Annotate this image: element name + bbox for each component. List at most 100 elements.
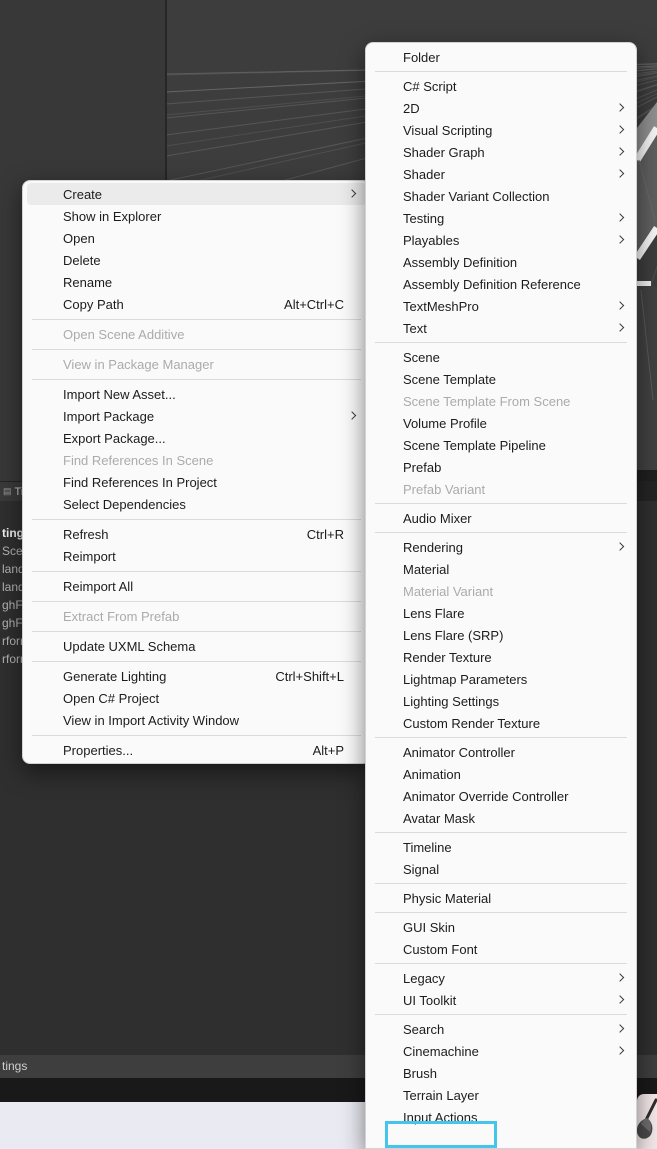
menu-separator bbox=[366, 500, 636, 507]
menu-item-create[interactable]: Create bbox=[27, 183, 366, 205]
menu-item-assembly-definition[interactable]: Assembly Definition bbox=[366, 251, 636, 273]
menu-separator bbox=[23, 627, 370, 635]
menu-item-label: Material Variant bbox=[403, 584, 612, 599]
timeline-tab-icon: ▤ bbox=[3, 486, 12, 497]
menu-separator bbox=[366, 909, 636, 916]
menu-item-rename[interactable]: Rename bbox=[23, 271, 370, 293]
menu-item-scene-template[interactable]: Scene Template bbox=[366, 368, 636, 390]
menu-item-folder[interactable]: Folder bbox=[366, 46, 636, 68]
menu-item-label: Scene Template Pipeline bbox=[403, 438, 612, 453]
menu-item-label: Text bbox=[403, 321, 612, 336]
menu-item-open[interactable]: Open bbox=[23, 227, 370, 249]
menu-item-2d[interactable]: 2D bbox=[366, 97, 636, 119]
menu-item-label: TextMeshPro bbox=[403, 299, 612, 314]
menu-item-custom-render-texture[interactable]: Custom Render Texture bbox=[366, 712, 636, 734]
menu-item-cinemachine[interactable]: Cinemachine bbox=[366, 1040, 636, 1062]
menu-item-prefab[interactable]: Prefab bbox=[366, 456, 636, 478]
menu-item-import-new-asset[interactable]: Import New Asset... bbox=[23, 383, 370, 405]
menu-item-shader-graph[interactable]: Shader Graph bbox=[366, 141, 636, 163]
menu-item-audio-mixer[interactable]: Audio Mixer bbox=[366, 507, 636, 529]
menu-item-properties[interactable]: Properties...Alt+P bbox=[23, 739, 370, 761]
menu-item-gui-skin[interactable]: GUI Skin bbox=[366, 916, 636, 938]
menu-item-legacy[interactable]: Legacy bbox=[366, 967, 636, 989]
menu-item-label: Import Package bbox=[63, 409, 344, 424]
chevron-right-icon bbox=[616, 995, 624, 1003]
menu-item-scene[interactable]: Scene bbox=[366, 346, 636, 368]
menu-item-volume-profile[interactable]: Volume Profile bbox=[366, 412, 636, 434]
menu-item-label: Prefab bbox=[403, 460, 612, 475]
menu-item-refresh[interactable]: RefreshCtrl+R bbox=[23, 523, 370, 545]
tab-timeline[interactable]: ▤ Tim bbox=[0, 482, 23, 501]
menu-item-open-c-project[interactable]: Open C# Project bbox=[23, 687, 370, 709]
menu-item-custom-font[interactable]: Custom Font bbox=[366, 938, 636, 960]
menu-item-rendering[interactable]: Rendering bbox=[366, 536, 636, 558]
menu-item-label: Visual Scripting bbox=[403, 123, 612, 138]
chevron-right-icon bbox=[616, 147, 624, 155]
menu-item-label: Open C# Project bbox=[63, 691, 344, 706]
shortcut-label: Alt+Ctrl+C bbox=[284, 297, 344, 312]
menu-item-textmeshpro[interactable]: TextMeshPro bbox=[366, 295, 636, 317]
menu-item-animator-controller[interactable]: Animator Controller bbox=[366, 741, 636, 763]
menu-item-label: Reimport All bbox=[63, 579, 344, 594]
menu-item-lens-flare[interactable]: Lens Flare bbox=[366, 602, 636, 624]
menu-item-label: Open Scene Additive bbox=[63, 327, 344, 342]
menu-item-reimport[interactable]: Reimport bbox=[23, 545, 370, 567]
menu-item-playables[interactable]: Playables bbox=[366, 229, 636, 251]
menu-item-animation[interactable]: Animation bbox=[366, 763, 636, 785]
menu-item-visual-scripting[interactable]: Visual Scripting bbox=[366, 119, 636, 141]
menu-item-label: Assembly Definition bbox=[403, 255, 612, 270]
menu-item-select-dependencies[interactable]: Select Dependencies bbox=[23, 493, 370, 515]
menu-item-assembly-definition-reference[interactable]: Assembly Definition Reference bbox=[366, 273, 636, 295]
menu-item-generate-lighting[interactable]: Generate LightingCtrl+Shift+L bbox=[23, 665, 370, 687]
menu-item-find-references-in-project[interactable]: Find References In Project bbox=[23, 471, 370, 493]
menu-item-lens-flare-srp[interactable]: Lens Flare (SRP) bbox=[366, 624, 636, 646]
menu-item-label: Render Texture bbox=[403, 650, 612, 665]
menu-item-scene-template-pipeline[interactable]: Scene Template Pipeline bbox=[366, 434, 636, 456]
menu-item-render-texture[interactable]: Render Texture bbox=[366, 646, 636, 668]
chevron-right-icon bbox=[348, 189, 356, 197]
menu-item-label: Find References In Scene bbox=[63, 453, 344, 468]
menu-item-physic-material[interactable]: Physic Material bbox=[366, 887, 636, 909]
project-list-item-fragment: ghFi bbox=[2, 596, 24, 614]
menu-item-shader[interactable]: Shader bbox=[366, 163, 636, 185]
menu-item-label: Testing bbox=[403, 211, 612, 226]
menu-item-import-package[interactable]: Import Package bbox=[23, 405, 370, 427]
menu-separator bbox=[366, 734, 636, 741]
chevron-right-icon bbox=[616, 235, 624, 243]
menu-item-animator-override-controller[interactable]: Animator Override Controller bbox=[366, 785, 636, 807]
menu-item-view-in-import-activity-window[interactable]: View in Import Activity Window bbox=[23, 709, 370, 731]
chevron-right-icon bbox=[616, 169, 624, 177]
menu-item-text[interactable]: Text bbox=[366, 317, 636, 339]
menu-item-ui-toolkit[interactable]: UI Toolkit bbox=[366, 989, 636, 1011]
menu-item-timeline[interactable]: Timeline bbox=[366, 836, 636, 858]
menu-item-show-in-explorer[interactable]: Show in Explorer bbox=[23, 205, 370, 227]
menu-item-testing[interactable]: Testing bbox=[366, 207, 636, 229]
menu-item-label: Custom Render Texture bbox=[403, 716, 612, 731]
menu-item-label: Legacy bbox=[403, 971, 612, 986]
menu-item-material[interactable]: Material bbox=[366, 558, 636, 580]
menu-item-reimport-all[interactable]: Reimport All bbox=[23, 575, 370, 597]
shortcut-label: Ctrl+R bbox=[307, 527, 344, 542]
menu-item-search[interactable]: Search bbox=[366, 1018, 636, 1040]
menu-item-avatar-mask[interactable]: Avatar Mask bbox=[366, 807, 636, 829]
menu-item-c-script[interactable]: C# Script bbox=[366, 75, 636, 97]
project-list-item-fragment: rforr bbox=[2, 650, 24, 668]
menu-item-update-uxml-schema[interactable]: Update UXML Schema bbox=[23, 635, 370, 657]
menu-item-input-actions[interactable]: Input Actions bbox=[366, 1106, 636, 1128]
menu-item-label: Lightmap Parameters bbox=[403, 672, 612, 687]
menu-item-lightmap-parameters[interactable]: Lightmap Parameters bbox=[366, 668, 636, 690]
menu-separator bbox=[23, 567, 370, 575]
menu-item-export-package[interactable]: Export Package... bbox=[23, 427, 370, 449]
menu-item-copy-path[interactable]: Copy PathAlt+Ctrl+C bbox=[23, 293, 370, 315]
menu-item-brush[interactable]: Brush bbox=[366, 1062, 636, 1084]
chevron-right-icon bbox=[348, 411, 356, 419]
menu-item-terrain-layer[interactable]: Terrain Layer bbox=[366, 1084, 636, 1106]
menu-item-shader-variant-collection[interactable]: Shader Variant Collection bbox=[366, 185, 636, 207]
scene-wireframe-sliver bbox=[637, 100, 657, 530]
menu-item-lighting-settings[interactable]: Lighting Settings bbox=[366, 690, 636, 712]
menu-item-label: Audio Mixer bbox=[403, 511, 612, 526]
menu-item-signal[interactable]: Signal bbox=[366, 858, 636, 880]
menu-item-delete[interactable]: Delete bbox=[23, 249, 370, 271]
menu-item-extract-from-prefab: Extract From Prefab bbox=[23, 605, 370, 627]
menu-item-label: 2D bbox=[403, 101, 612, 116]
